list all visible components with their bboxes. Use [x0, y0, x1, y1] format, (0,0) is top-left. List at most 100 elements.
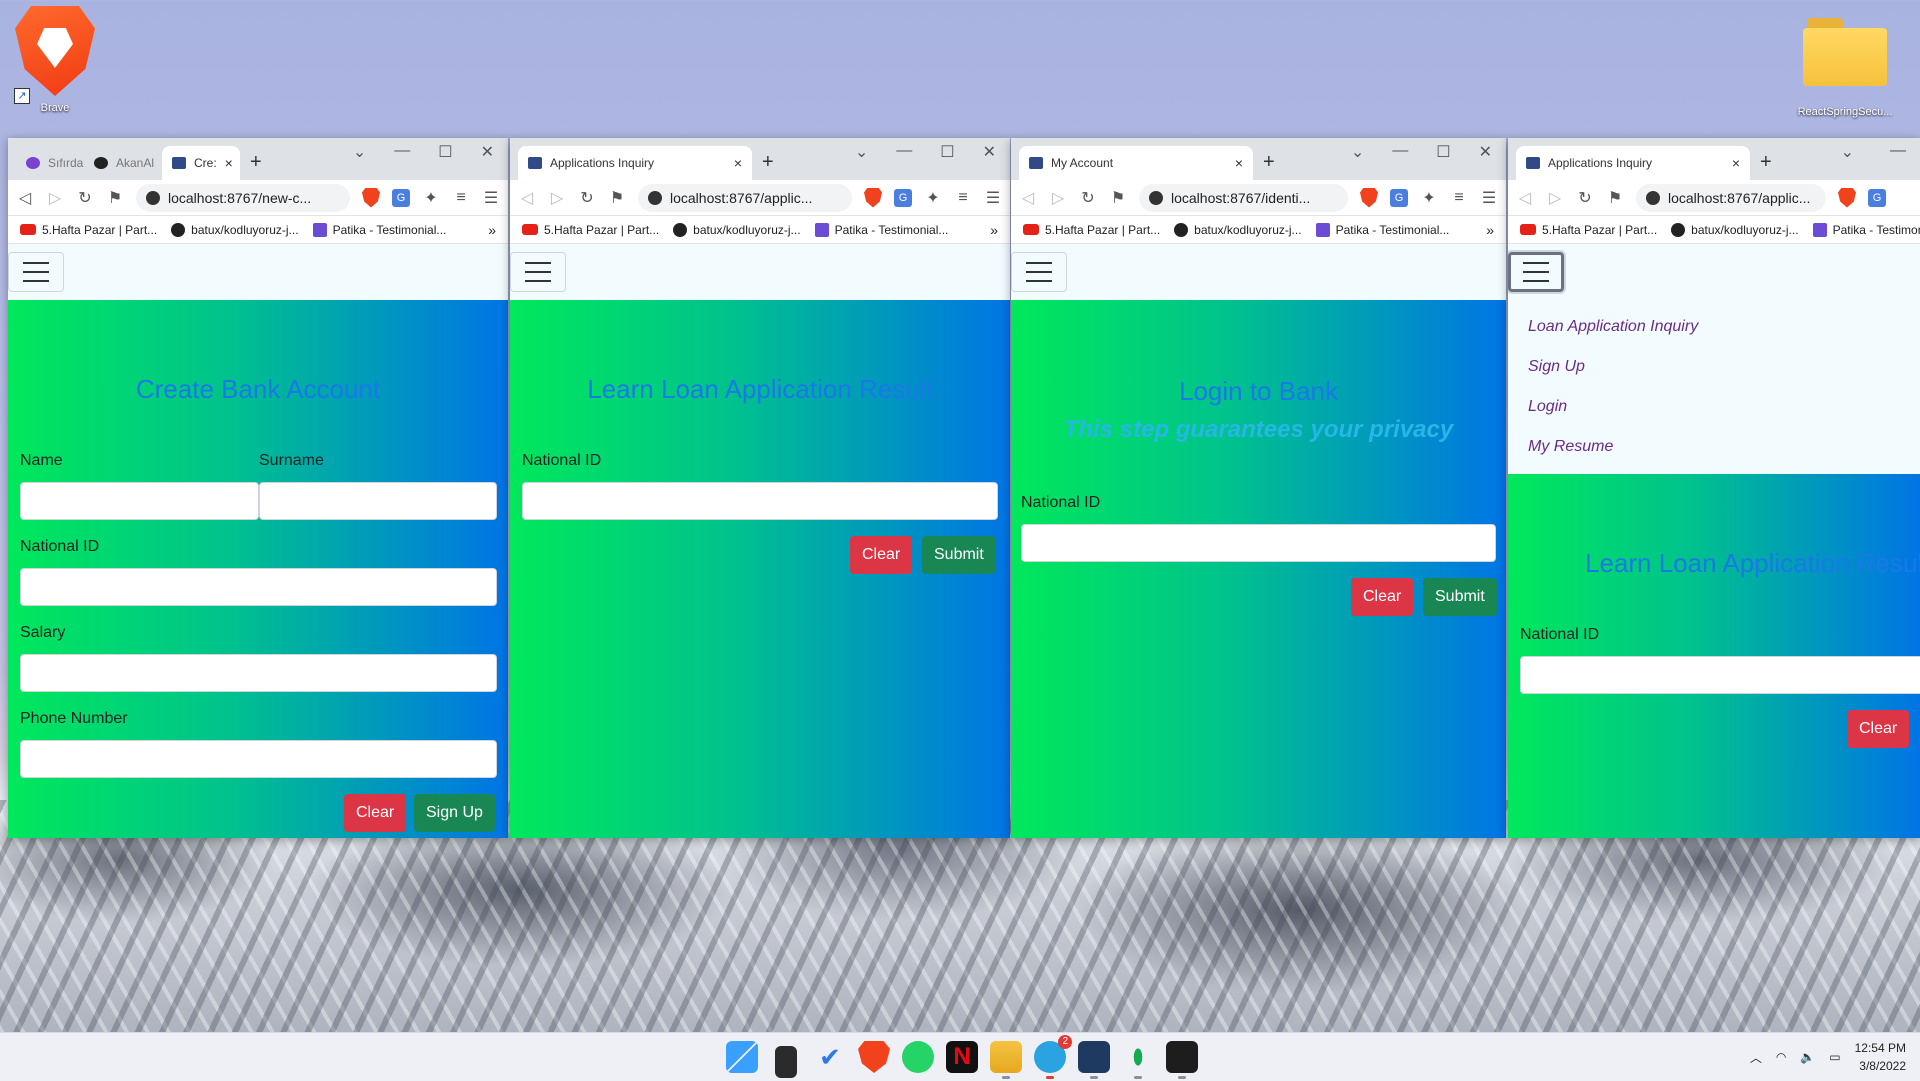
- national-id-input[interactable]: [20, 568, 497, 606]
- minimize-button[interactable]: —: [896, 142, 912, 162]
- maximize-button[interactable]: ☐: [940, 142, 954, 162]
- back-icon[interactable]: ◁: [1019, 188, 1037, 208]
- more-bookmarks-icon[interactable]: »: [488, 222, 496, 238]
- salary-input[interactable]: [20, 654, 497, 692]
- tab-search-icon[interactable]: ⌄: [1351, 142, 1364, 162]
- clear-button[interactable]: Clear: [1847, 710, 1910, 748]
- close-tab-icon[interactable]: ×: [1732, 155, 1740, 171]
- brave-shields-icon[interactable]: [1838, 187, 1856, 208]
- file-explorer-icon[interactable]: [990, 1041, 1022, 1079]
- tab-search-icon[interactable]: ⌄: [1841, 142, 1854, 162]
- tab-sifirdan[interactable]: Sıfırdan: [16, 146, 84, 180]
- bookmark-youtube[interactable]: 5.Hafta Pazar | Part...: [1520, 223, 1657, 237]
- tab-applications-inquiry[interactable]: Applications Inquiry ×: [518, 146, 752, 180]
- menu-icon[interactable]: ☰: [984, 188, 1002, 208]
- volume-icon[interactable]: 🔈: [1800, 1050, 1815, 1064]
- submit-button[interactable]: Submit: [1423, 578, 1497, 616]
- site-info-icon[interactable]: [1646, 190, 1660, 205]
- forward-icon[interactable]: ▷: [548, 188, 566, 208]
- menu-item-loan-application-inquiry[interactable]: Loan Application Inquiry: [1528, 310, 1900, 350]
- reload-icon[interactable]: ↻: [76, 188, 94, 208]
- brave-shields-icon[interactable]: [362, 187, 380, 208]
- menu-icon[interactable]: ☰: [1480, 188, 1498, 208]
- battery-icon[interactable]: ▭: [1829, 1050, 1840, 1064]
- new-tab-button[interactable]: +: [752, 146, 784, 180]
- close-window-button[interactable]: ✕: [481, 142, 494, 162]
- new-tab-button[interactable]: +: [1750, 146, 1782, 180]
- translate-icon[interactable]: G: [392, 188, 410, 207]
- menu-item-login[interactable]: Login: [1528, 390, 1900, 430]
- site-info-icon[interactable]: [648, 190, 662, 205]
- tab-my-account[interactable]: My Account ×: [1019, 146, 1253, 180]
- extensions-icon[interactable]: ✦: [422, 188, 440, 208]
- bookmark-youtube[interactable]: 5.Hafta Pazar | Part...: [522, 223, 659, 237]
- bookmark-patika[interactable]: Patika - Testimonial...: [1315, 222, 1449, 237]
- bookmark-github[interactable]: batux/kodluyoruz-j...: [1671, 222, 1799, 237]
- bookmark-github[interactable]: batux/kodluyoruz-j...: [1174, 222, 1302, 237]
- translate-icon[interactable]: G: [894, 188, 912, 207]
- forward-icon[interactable]: ▷: [46, 188, 64, 208]
- clear-button[interactable]: Clear: [850, 536, 913, 574]
- national-id-input[interactable]: [522, 482, 998, 520]
- minimize-button[interactable]: —: [1890, 142, 1906, 162]
- back-icon[interactable]: ◁: [16, 188, 34, 208]
- close-window-button[interactable]: ✕: [983, 142, 996, 162]
- extensions-icon[interactable]: ✦: [924, 188, 942, 208]
- national-id-input[interactable]: [1520, 656, 1920, 694]
- bookmark-github[interactable]: batux/kodluyoruz-j...: [673, 222, 801, 237]
- menu-item-sign-up[interactable]: Sign Up: [1528, 350, 1900, 390]
- address-bar[interactable]: localhost:8767/applic...: [638, 183, 852, 212]
- terminal-icon[interactable]: [1166, 1041, 1198, 1079]
- reload-icon[interactable]: ↻: [1576, 188, 1594, 208]
- reload-icon[interactable]: ↻: [1079, 188, 1097, 208]
- national-id-input[interactable]: [1021, 524, 1496, 562]
- tab-search-icon[interactable]: ⌄: [855, 142, 868, 162]
- playlist-icon[interactable]: ≡: [1450, 189, 1468, 207]
- bookmark-patika[interactable]: Patika - Testimonial...: [814, 222, 948, 237]
- maximize-button[interactable]: ☐: [438, 142, 452, 162]
- tab-akanal[interactable]: AkanAl: [84, 146, 162, 180]
- translate-icon[interactable]: G: [1390, 188, 1408, 207]
- site-info-icon[interactable]: [146, 190, 160, 205]
- hamburger-menu-button[interactable]: [510, 252, 566, 292]
- submit-button[interactable]: Submit: [922, 536, 996, 574]
- reload-icon[interactable]: ↻: [578, 188, 596, 208]
- windows-start-icon[interactable]: [726, 1041, 758, 1073]
- wifi-icon[interactable]: ◠: [1776, 1050, 1786, 1064]
- back-icon[interactable]: ◁: [518, 188, 536, 208]
- close-tab-icon[interactable]: ×: [225, 155, 233, 171]
- task-view-icon[interactable]: [775, 1046, 797, 1078]
- todo-icon[interactable]: ✔: [814, 1041, 846, 1073]
- tab-create-account[interactable]: Cre: ×: [162, 146, 240, 180]
- bookmark-patika[interactable]: Patika - Testimonial...: [312, 222, 446, 237]
- address-bar[interactable]: localhost:8767/new-c...: [136, 183, 350, 212]
- forward-icon[interactable]: ▷: [1546, 188, 1564, 208]
- minimize-button[interactable]: —: [1392, 142, 1408, 162]
- whatsapp-icon[interactable]: [902, 1041, 934, 1073]
- telegram-icon[interactable]: 2: [1034, 1035, 1072, 1079]
- ide-icon[interactable]: [1078, 1041, 1110, 1079]
- folder-desktop-shortcut[interactable]: ReactSpringSecu...: [1790, 14, 1900, 118]
- address-bar[interactable]: localhost:8767/identi...: [1139, 183, 1348, 212]
- back-icon[interactable]: ◁: [1516, 188, 1534, 208]
- minimize-button[interactable]: —: [394, 142, 410, 162]
- address-bar[interactable]: localhost:8767/applic...: [1636, 183, 1826, 212]
- bookmark-icon[interactable]: ⚑: [106, 188, 124, 208]
- menu-icon[interactable]: ☰: [482, 188, 500, 208]
- mongodb-icon[interactable]: [1122, 1041, 1154, 1079]
- site-info-icon[interactable]: [1149, 190, 1163, 205]
- close-tab-icon[interactable]: ×: [734, 155, 742, 171]
- brave-shields-icon[interactable]: [864, 187, 882, 208]
- bookmark-youtube[interactable]: 5.Hafta Pazar | Part...: [20, 223, 157, 237]
- forward-icon[interactable]: ▷: [1049, 188, 1067, 208]
- hamburger-menu-button[interactable]: [8, 252, 64, 292]
- phone-number-input[interactable]: [20, 740, 497, 778]
- name-input[interactable]: [20, 482, 259, 520]
- new-tab-button[interactable]: +: [1253, 146, 1285, 180]
- clear-button[interactable]: Clear: [344, 794, 407, 832]
- surname-input[interactable]: [259, 482, 497, 520]
- bookmark-github[interactable]: batux/kodluyoruz-j...: [171, 222, 299, 237]
- clock[interactable]: 12:54 PM 3/8/2022: [1855, 1039, 1906, 1075]
- menu-item-my-resume[interactable]: My Resume: [1528, 430, 1900, 470]
- chevron-up-icon[interactable]: ︿: [1750, 1049, 1762, 1066]
